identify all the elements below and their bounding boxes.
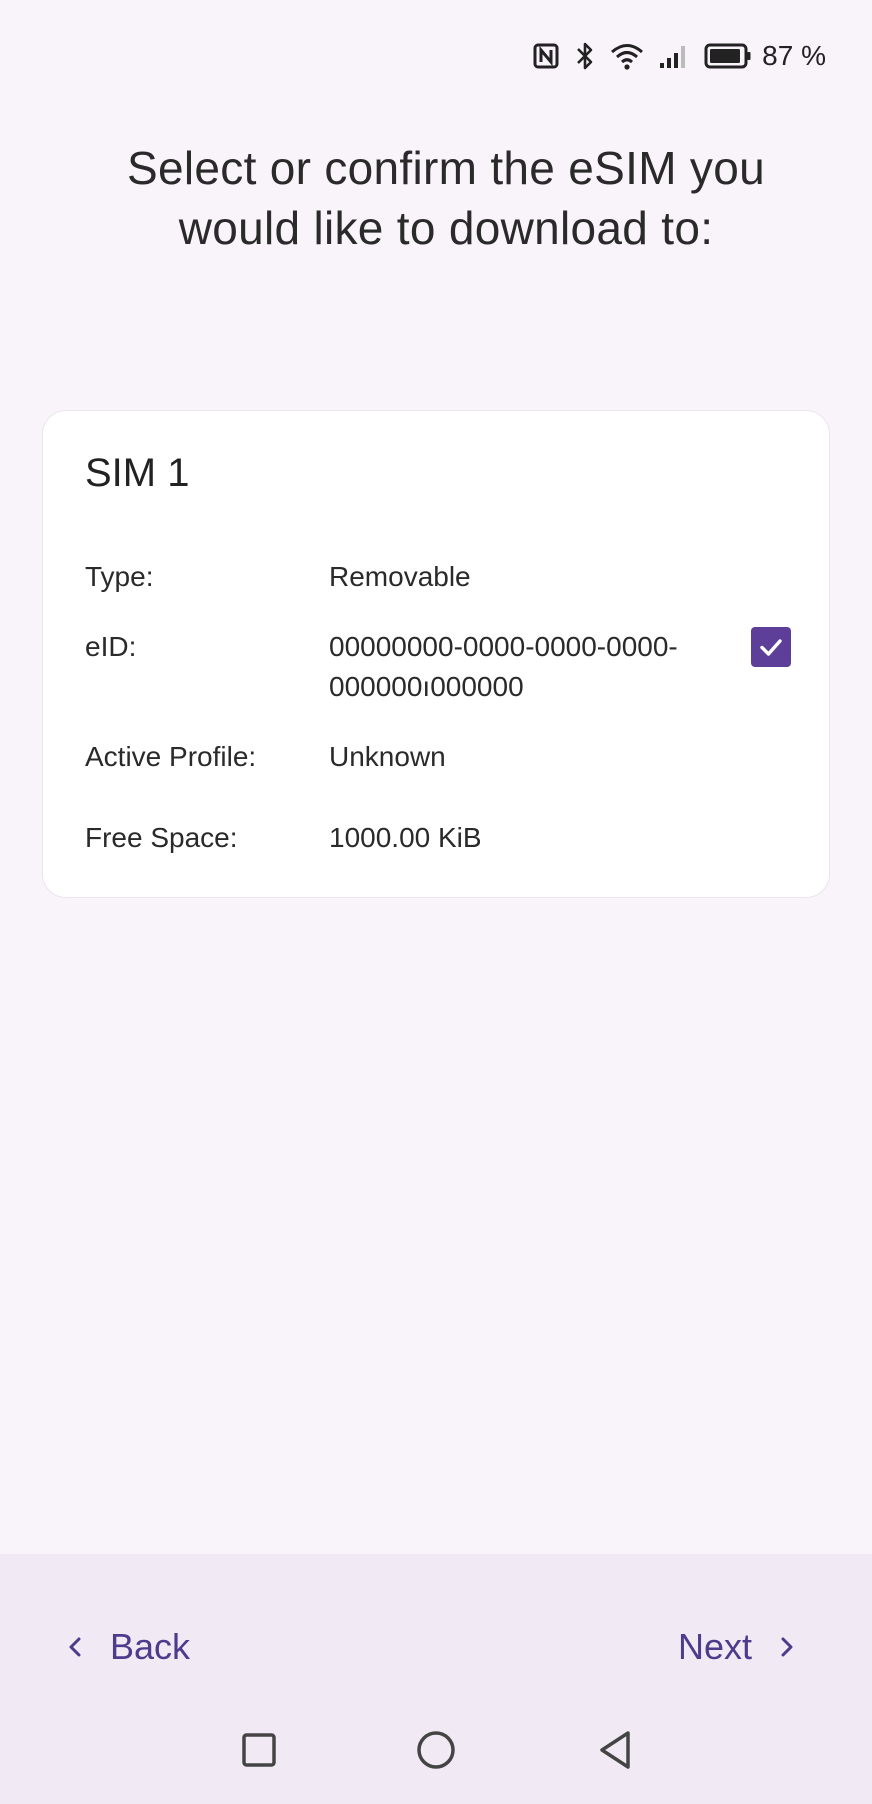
- eid-value: 00000000-0000-0000-0000- 000000ı000000: [329, 627, 678, 707]
- active-profile-label: Active Profile:: [85, 741, 257, 772]
- eid-value-line1: 00000000-0000-0000-0000-: [329, 631, 678, 662]
- check-icon: [760, 639, 782, 656]
- system-back-button[interactable]: [588, 1722, 644, 1778]
- eid-label: eID:: [85, 631, 137, 662]
- wifi-icon: [610, 42, 644, 70]
- free-space-value: 1000.00 KiB: [329, 822, 482, 853]
- battery-percentage: 87 %: [762, 40, 826, 71]
- back-button[interactable]: Back: [66, 1614, 190, 1680]
- sim-card[interactable]: SIM 1 Type: Removable eID: 00000000-0000…: [42, 410, 830, 898]
- type-label: Type:: [85, 561, 154, 592]
- bottom-navigation-bar: Back Next: [0, 1554, 872, 1804]
- system-navigation: [0, 1722, 872, 1778]
- page-title: Select or confirm the eSIM you would lik…: [127, 142, 765, 254]
- nfc-icon: [532, 42, 560, 70]
- chevron-left-icon: [69, 1637, 81, 1657]
- back-button-label: Back: [110, 1626, 191, 1667]
- back-triangle-icon: [600, 1731, 630, 1769]
- type-value: Removable: [329, 561, 471, 592]
- bluetooth-icon: [574, 41, 596, 71]
- recents-icon: [242, 1733, 276, 1767]
- home-button[interactable]: [408, 1722, 464, 1778]
- eid-value-line2: 000000ı000000: [329, 671, 524, 702]
- active-profile-value: Unknown: [329, 741, 446, 772]
- home-icon: [417, 1731, 455, 1769]
- status-bar: 87 %: [532, 34, 826, 78]
- recents-button[interactable]: [231, 1722, 287, 1778]
- next-button-label: Next: [677, 1626, 752, 1667]
- free-space-label: Free Space:: [85, 822, 238, 853]
- chevron-right-icon: [781, 1637, 793, 1657]
- sim-card-title: SIM 1: [85, 451, 190, 495]
- sim-select-checkbox[interactable]: [751, 627, 791, 667]
- signal-icon: [658, 42, 690, 70]
- next-button[interactable]: Next: [678, 1614, 796, 1680]
- battery-icon: [704, 42, 752, 70]
